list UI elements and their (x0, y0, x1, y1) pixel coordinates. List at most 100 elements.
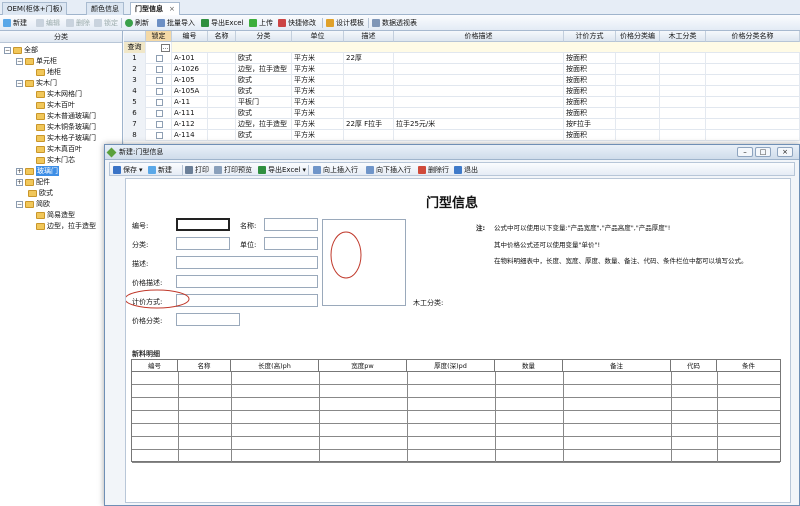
mat-col-qty[interactable]: 数量 (495, 360, 563, 372)
material-row[interactable] (132, 372, 780, 385)
tree-node-glass-door[interactable]: + 玻璃门 (16, 166, 59, 176)
expand-icon[interactable]: + (16, 178, 23, 186)
tree-node-solid-wood-door[interactable]: − 实木门 (16, 78, 57, 88)
edit-button[interactable]: 编辑 (36, 17, 60, 29)
exit-button[interactable]: 退出 (454, 164, 478, 176)
print-preview-button[interactable]: 打印预览 (214, 164, 252, 176)
column-header-name[interactable]: 名称 (208, 31, 236, 42)
mat-col-thickness[interactable]: 厚度(深)pd (407, 360, 495, 372)
tree-node-lattice-glass-door[interactable]: 实木格子玻璃门 (36, 133, 96, 143)
material-row[interactable] (132, 385, 780, 398)
table-row[interactable]: 8 A-114 欧式 平方米 按面积 (124, 130, 800, 141)
lock-checkbox-cell[interactable] (146, 53, 172, 64)
design-template-button[interactable]: 设计模板 (326, 17, 364, 29)
upload-button[interactable]: 上传 (249, 17, 273, 29)
lock-checkbox-cell[interactable] (146, 86, 172, 97)
tree-node-base-cabinet[interactable]: 地柜 (36, 67, 61, 77)
mat-col-length[interactable]: 长度(高)ph (231, 360, 319, 372)
collapse-icon[interactable]: − (16, 79, 23, 87)
lock-checkbox-cell[interactable] (146, 64, 172, 75)
column-header-category[interactable]: 分类 (236, 31, 292, 42)
chevron-down-icon[interactable]: ▾ (303, 164, 307, 176)
mat-col-condition[interactable]: 条件 (717, 360, 780, 372)
column-header-price-name[interactable]: 价格分类名称 (706, 31, 800, 42)
insert-below-button[interactable]: 向下插入行 (366, 164, 411, 176)
print-button[interactable]: 打印 (185, 164, 209, 176)
tree-node-simple-european[interactable]: − 简欧 (16, 199, 50, 209)
tab-color-info[interactable]: 颜色信息 (86, 2, 124, 15)
lock-checkbox-cell[interactable] (146, 75, 172, 86)
tree-node-grid-door[interactable]: 实木网格门 (36, 89, 82, 99)
column-header-pricing[interactable]: 计价方式 (564, 31, 616, 42)
expand-icon[interactable]: + (16, 167, 23, 175)
delete-button[interactable]: 删除 (66, 17, 90, 29)
lock-checkbox[interactable] (156, 88, 163, 95)
material-row[interactable] (132, 398, 780, 411)
refresh-button[interactable]: 刷新 (125, 17, 149, 29)
column-header-code[interactable]: 编号 (172, 31, 208, 42)
mat-col-code2[interactable]: 代码 (671, 360, 717, 372)
tab-door-info[interactable]: 门型信息 × (130, 2, 180, 15)
insert-above-button[interactable]: 向上插入行 (313, 164, 358, 176)
table-row[interactable]: 1 A-101 欧式 平方米 22厚 按面积 (124, 53, 800, 64)
table-row[interactable]: 5 A-11 平板门 平方米 按面积 (124, 97, 800, 108)
lock-checkbox-cell[interactable] (146, 97, 172, 108)
tree-node-copper-glass-door[interactable]: 实木铜条玻璃门 (36, 122, 96, 132)
table-row[interactable]: 3 A-105 欧式 平方米 按面积 (124, 75, 800, 86)
lock-checkbox[interactable] (156, 121, 163, 128)
tree-node-european[interactable]: 欧式 (28, 188, 53, 198)
material-row[interactable] (132, 424, 780, 437)
lock-button[interactable]: 锁定 (94, 17, 118, 29)
lock-checkbox[interactable] (156, 77, 163, 84)
chevron-down-icon[interactable]: ▾ (139, 164, 143, 176)
tree-node-all[interactable]: − 全部 (4, 45, 38, 55)
table-row[interactable]: 6 A-111 欧式 平方米 按面积 (124, 108, 800, 119)
column-header-lock[interactable]: 锁定 (146, 31, 172, 42)
delete-row-button[interactable]: 删除行 (418, 164, 449, 176)
maximize-icon[interactable]: □ (755, 147, 771, 157)
lock-checkbox[interactable] (156, 99, 163, 106)
dialog-new-button[interactable]: 新建 (148, 164, 172, 176)
tree-node-door-core[interactable]: 实木门芯 (36, 155, 75, 165)
column-header-unit[interactable]: 单位 (292, 31, 344, 42)
tree-node-plain-glass-door[interactable]: 实木普通玻璃门 (36, 111, 96, 121)
mat-col-code[interactable]: 编号 (132, 360, 178, 372)
table-row[interactable]: 4 A-105A 欧式 平方米 按面积 (124, 86, 800, 97)
quick-edit-button[interactable]: 快捷修改 (278, 17, 316, 29)
tree-node-edge-handle[interactable]: 边型，拉手造型 (36, 221, 96, 231)
lock-filter-input[interactable]: … (146, 42, 172, 53)
lock-checkbox-cell[interactable] (146, 119, 172, 130)
column-header-price-desc[interactable]: 价格描述 (394, 31, 564, 42)
collapse-icon[interactable]: − (16, 57, 23, 65)
table-row[interactable]: 2 A-1026 边型，拉手造型 平方米 按面积 (124, 64, 800, 75)
save-button[interactable]: 保存 ▾ (113, 164, 143, 176)
export-excel-button[interactable]: 导出Excel (201, 17, 244, 29)
minimize-icon[interactable]: – (737, 147, 753, 157)
table-row[interactable]: 7 A-112 边型，拉手造型 平方米 22厚 F拉手 拉手25元/米 按F拉手 (124, 119, 800, 130)
batch-import-button[interactable]: 批量导入 (157, 17, 195, 29)
lock-checkbox[interactable] (156, 66, 163, 73)
material-row[interactable] (132, 450, 780, 463)
tab-oem[interactable]: OEM(柜体+门板) (2, 2, 68, 15)
lock-checkbox[interactable] (156, 55, 163, 62)
lock-checkbox[interactable] (156, 110, 163, 117)
column-header-wood-category[interactable]: 木工分类 (660, 31, 706, 42)
lock-checkbox[interactable] (156, 132, 163, 139)
tree-node-cabinet[interactable]: − 单元柜 (16, 56, 57, 66)
lock-checkbox-cell[interactable] (146, 130, 172, 141)
pivot-table-button[interactable]: 数据透视表 (372, 17, 417, 29)
tree-node-accessories[interactable]: + 配件 (16, 177, 50, 187)
new-button[interactable]: 新建 (3, 17, 27, 29)
tree-node-simple-shape[interactable]: 简易造型 (36, 210, 75, 220)
collapse-icon[interactable]: − (4, 46, 11, 54)
dialog-export-excel-button[interactable]: 导出Excel ▾ (258, 164, 306, 176)
filter-dropdown-button[interactable]: … (161, 44, 170, 52)
tab-close-icon[interactable]: × (169, 5, 175, 13)
lock-checkbox-cell[interactable] (146, 108, 172, 119)
close-icon[interactable]: × (777, 147, 793, 157)
tree-node-true-louver[interactable]: 实木真百叶 (36, 144, 82, 154)
mat-col-width[interactable]: 宽度pw (319, 360, 407, 372)
material-row[interactable] (132, 437, 780, 450)
tree-node-louver[interactable]: 实木百叶 (36, 100, 75, 110)
collapse-icon[interactable]: − (16, 200, 23, 208)
